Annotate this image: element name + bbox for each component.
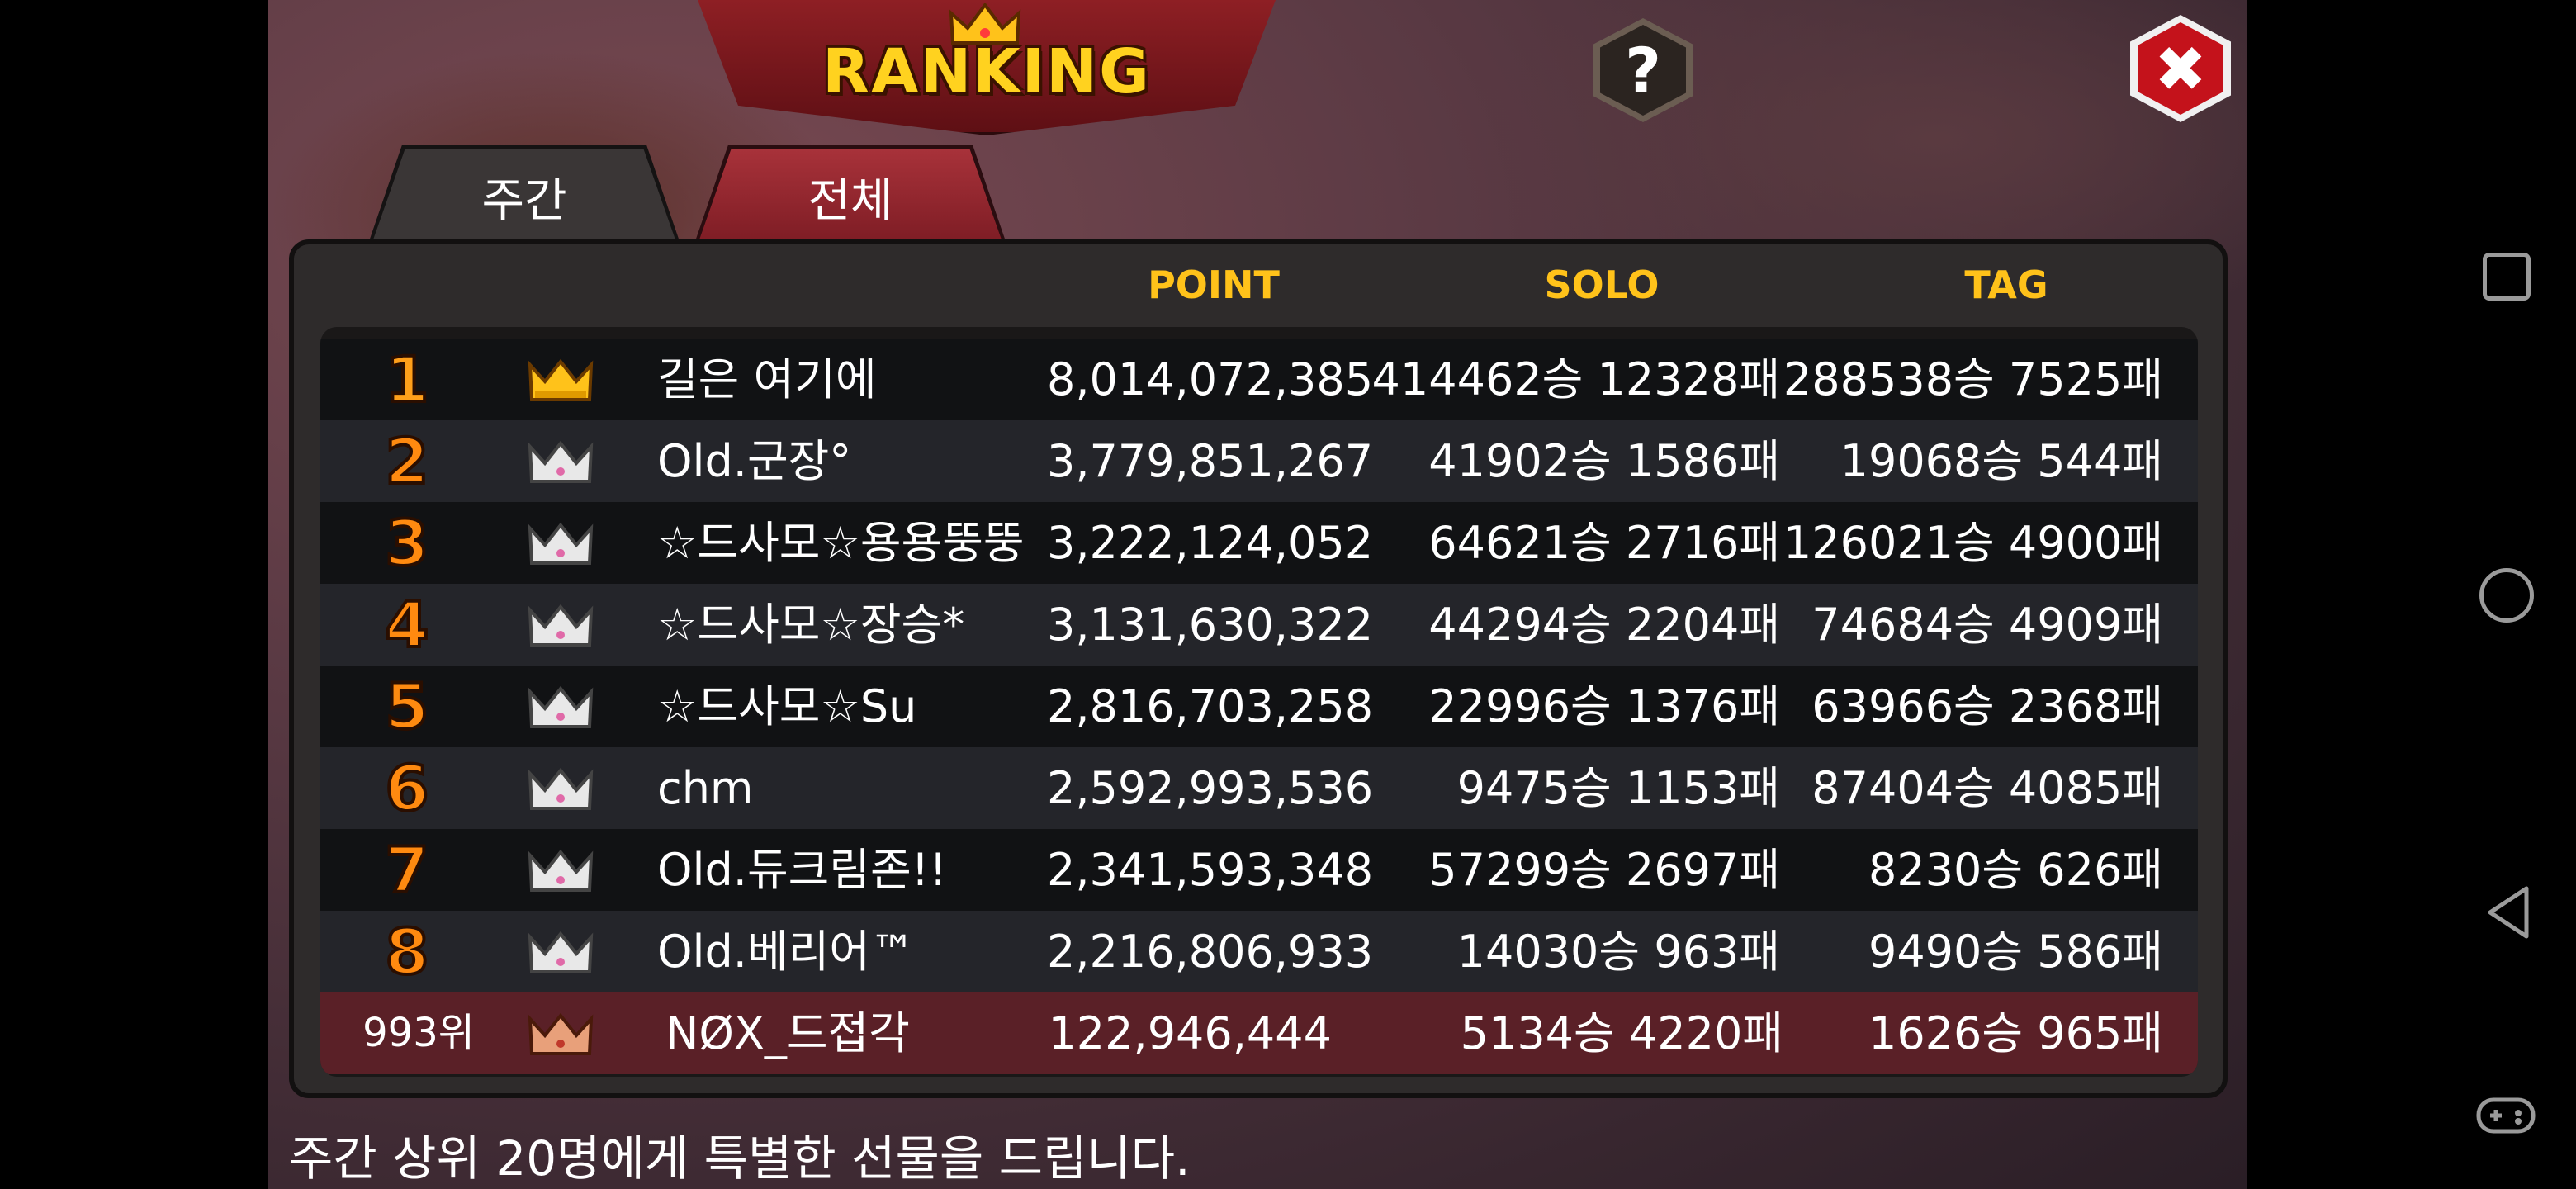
player-name: ☆드사모☆장승* (657, 599, 965, 651)
recents-icon[interactable] (2483, 253, 2531, 301)
bronze-crown-icon (528, 1012, 594, 1055)
rank-number: 7 (384, 831, 431, 908)
tag-record: 63966승 2368패 (1811, 680, 2163, 732)
rank-number: 4 (384, 586, 431, 663)
solo-record: 9475승 1153패 (1456, 762, 1780, 814)
solo-record: 64621승 2716패 (1428, 517, 1780, 569)
silver-crown-icon (528, 767, 594, 810)
reward-notice: 주간 상위 20명에게 특별한 선물을 드립니다. (289, 1130, 1191, 1187)
column-header-solo: SOLO (1544, 263, 1660, 307)
table-row[interactable]: 3 ☆드사모☆용용뚱뚱 3,222,124,052 64621승 2716패 1… (320, 502, 2198, 584)
silver-crown-icon (528, 931, 594, 973)
solo-record: 22996승 1376패 (1428, 680, 1780, 732)
tab-weekly[interactable]: 주간 (372, 149, 677, 244)
player-name: 길은 여기에 (657, 353, 877, 405)
column-header-point: POINT (1148, 263, 1280, 307)
page-title: RANKING (822, 36, 1151, 107)
tag-record: 288538승 7525패 (1783, 353, 2163, 405)
table-row[interactable]: 6 chm 2,592,993,536 9475승 1153패 87404승 4… (320, 747, 2198, 829)
player-name: ☆드사모☆Su (657, 680, 917, 732)
silver-crown-icon (528, 685, 594, 728)
player-name: ☆드사모☆용용뚱뚱 (657, 517, 1025, 569)
rank-number: 3 (384, 504, 431, 581)
solo-record: 44294승 2204패 (1428, 599, 1780, 651)
table-row[interactable]: 2 Old.군장° 3,779,851,267 41902승 1586패 190… (320, 420, 2198, 502)
column-header-tag: TAG (1964, 263, 2048, 307)
rank-number: 6 (384, 750, 431, 827)
tab-all[interactable]: 전체 (698, 149, 1003, 244)
back-icon[interactable] (2484, 883, 2533, 941)
solo-record: 414462승 12328패 (1371, 353, 1780, 405)
gamepad-icon[interactable] (2475, 1095, 2536, 1136)
tag-record: 87404승 4085패 (1811, 762, 2163, 814)
solo-record: 5134승 4220패 (1460, 1007, 1783, 1059)
player-name: Old.듀크림존!! (657, 844, 947, 896)
tag-record: 9490승 586패 (1868, 926, 2163, 978)
tag-record: 74684승 4909패 (1811, 599, 2163, 651)
ranking-list[interactable]: 1 길은 여기에 8,014,072,385 414462승 12328패 28… (320, 327, 2198, 1077)
solo-record: 14030승 963패 (1456, 926, 1780, 978)
tag-record: 1626승 965패 (1868, 1007, 2163, 1059)
my-rank-row[interactable]: 993위 NØX_드접각 122,946,444 5134승 4220패 162… (320, 992, 2198, 1074)
gold-crown-icon (528, 358, 594, 401)
table-row[interactable]: 4 ☆드사모☆장승* 3,131,630,322 44294승 2204패 74… (320, 584, 2198, 666)
player-name: Old.베리어™ (657, 926, 915, 978)
point-value: 2,216,806,933 (1047, 926, 1374, 978)
table-row[interactable]: 1 길은 여기에 8,014,072,385 414462승 12328패 28… (320, 339, 2198, 420)
rank-number: 5 (384, 668, 431, 745)
silver-crown-icon (528, 440, 594, 483)
point-value: 3,779,851,267 (1047, 435, 1374, 487)
close-icon: ✖ (2138, 22, 2223, 115)
rank-number: 1 (384, 341, 431, 418)
rank-number: 2 (384, 423, 431, 500)
point-value: 3,222,124,052 (1047, 517, 1374, 569)
solo-record: 57299승 2697패 (1428, 844, 1780, 896)
point-value: 8,014,072,385 (1047, 353, 1374, 405)
my-rank-number: 993위 (362, 1010, 475, 1056)
letterbox-left (0, 0, 268, 1189)
point-value: 2,816,703,258 (1047, 680, 1374, 732)
table-row[interactable]: 8 Old.베리어™ 2,216,806,933 14030승 963패 949… (320, 911, 2198, 992)
solo-record: 41902승 1586패 (1428, 435, 1780, 487)
tag-record: 8230승 626패 (1868, 844, 2163, 896)
point-value: 2,592,993,536 (1047, 762, 1374, 814)
silver-crown-icon (528, 522, 594, 565)
home-icon[interactable] (2479, 568, 2534, 623)
player-name: NØX_드접각 (665, 1007, 910, 1059)
silver-crown-icon (528, 604, 594, 647)
tag-record: 126021승 4900패 (1783, 517, 2163, 569)
player-name: Old.군장° (657, 435, 852, 487)
player-name: chm (657, 762, 754, 814)
table-row[interactable]: 5 ☆드사모☆Su 2,816,703,258 22996승 1376패 639… (320, 666, 2198, 747)
silver-crown-icon (528, 849, 594, 892)
point-value: 122,946,444 (1048, 1007, 1332, 1059)
point-value: 3,131,630,322 (1047, 599, 1374, 651)
question-icon: ? (1600, 25, 1686, 116)
tag-record: 19068승 544패 (1840, 435, 2163, 487)
table-row[interactable]: 7 Old.듀크림존!! 2,341,593,348 57299승 2697패 … (320, 829, 2198, 911)
point-value: 2,341,593,348 (1047, 844, 1374, 896)
rank-number: 8 (384, 913, 431, 990)
